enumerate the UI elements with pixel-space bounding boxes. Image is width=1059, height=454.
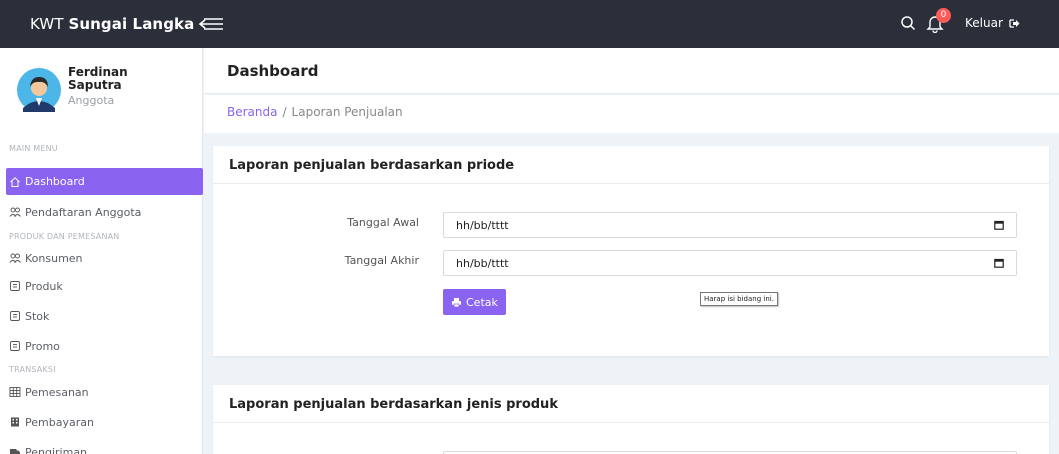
breadcrumb-home-link[interactable]: Beranda: [227, 105, 277, 119]
breadcrumb: Beranda / Laporan Penjualan: [204, 95, 1059, 133]
sidebar-item-stok[interactable]: Stok: [9, 304, 203, 328]
sidebar-item-promo[interactable]: Promo: [9, 334, 203, 358]
notification-badge: 0: [936, 8, 951, 23]
sidebar-item-label: Pemesanan: [25, 385, 89, 399]
user-role: Anggota: [68, 94, 115, 107]
calendar-icon[interactable]: [994, 220, 1004, 230]
report-by-product-title: Laporan penjualan berdasarkan jenis prod…: [213, 385, 1049, 423]
logout-icon: [1009, 18, 1020, 28]
validation-tooltip: Harap isi bidang ini.: [700, 292, 778, 306]
document-icon: [10, 311, 20, 321]
calendar-icon[interactable]: [994, 258, 1004, 268]
user-name: Ferdinan Saputra: [68, 65, 128, 92]
page-header: Dashboard: [204, 48, 1059, 94]
sidebar-item-label: Produk: [25, 279, 63, 293]
sidebar-item-label: Promo: [25, 339, 60, 353]
sidebar-item-label: Pengiriman: [25, 445, 88, 454]
sidebar-item-label: Pendaftaran Anggota: [25, 205, 142, 219]
end-date-label: Tanggal Akhir: [344, 254, 419, 267]
avatar[interactable]: [17, 68, 61, 112]
sidebar-item-produk[interactable]: Produk: [9, 274, 203, 298]
section-label-main-menu: MAIN MENU: [9, 144, 58, 153]
section-label-transaksi: TRANSAKSI: [9, 365, 56, 374]
page-title: Dashboard: [227, 62, 319, 80]
home-icon: [10, 176, 20, 187]
sidebar: Ferdinan Saputra Anggota MAIN MENU Dashb…: [0, 48, 203, 454]
start-date-label: Tanggal Awal: [347, 216, 419, 229]
sidebar-item-pembayaran[interactable]: Pembayaran: [9, 410, 203, 434]
sidebar-item-label: Konsumen: [25, 251, 83, 265]
sidebar-item-dashboard[interactable]: Dashboard: [6, 168, 203, 195]
sidebar-item-konsumen[interactable]: Konsumen: [9, 246, 203, 270]
truck-icon: [10, 449, 20, 454]
print-icon: [452, 297, 461, 307]
sidebar-item-pendaftaran-anggota[interactable]: Pendaftaran Anggota: [9, 200, 203, 224]
sidebar-item-label: Stok: [25, 309, 50, 323]
start-date-input[interactable]: hh/bb/tttt: [443, 212, 1017, 238]
print-button[interactable]: Cetak: [443, 289, 506, 315]
top-bar: KWT Sungai Langka 0 Keluar: [0, 0, 1059, 48]
document-icon: [10, 341, 20, 351]
sidebar-item-label: Dashboard: [25, 175, 85, 188]
menu-toggle-icon[interactable]: [198, 16, 224, 32]
users-icon: [9, 253, 21, 263]
sidebar-item-pemesanan[interactable]: Pemesanan: [9, 380, 203, 404]
users-icon: [9, 207, 21, 217]
sidebar-item-pengiriman[interactable]: Pengiriman: [9, 440, 203, 454]
sidebar-item-label: Pembayaran: [25, 415, 94, 429]
table-icon: [9, 387, 21, 397]
end-date-input[interactable]: hh/bb/tttt: [443, 250, 1017, 276]
breadcrumb-separator: /: [282, 105, 287, 119]
report-by-product-card: Laporan penjualan berdasarkan jenis prod…: [213, 385, 1049, 454]
logout-button[interactable]: Keluar: [965, 16, 1020, 30]
report-by-period-title: Laporan penjualan berdasarkan priode: [213, 146, 1049, 184]
section-label-produk-dan-pemesanan: PRODUK DAN PEMESANAN: [9, 232, 120, 241]
document-icon: [10, 281, 20, 291]
report-by-period-card: Laporan penjualan berdasarkan priode Tan…: [213, 146, 1049, 356]
search-icon[interactable]: [900, 15, 916, 31]
breadcrumb-current: Laporan Penjualan: [291, 105, 403, 119]
building-icon: [11, 417, 19, 427]
brand-logo[interactable]: KWT Sungai Langka: [30, 15, 194, 33]
